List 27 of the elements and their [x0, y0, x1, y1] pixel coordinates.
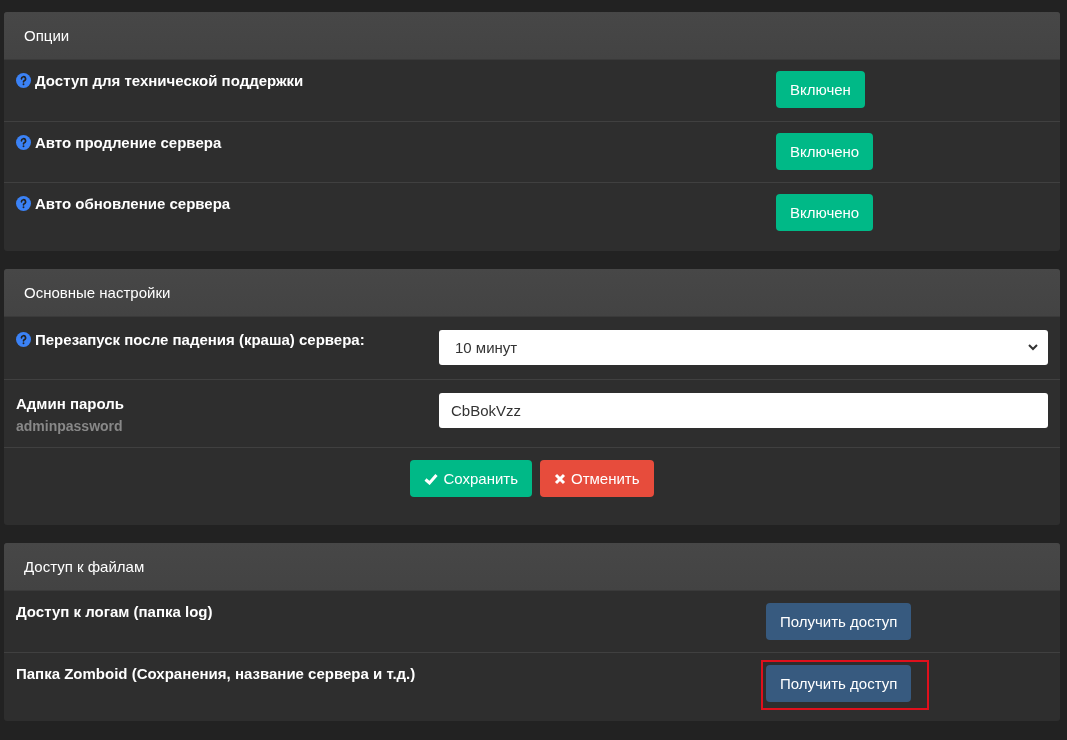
file-access-label: Доступ к логам (папка log) [16, 603, 213, 620]
save-button[interactable]: Сохранить [410, 460, 532, 497]
close-icon [554, 472, 566, 485]
password-field[interactable]: CbBokVzz [439, 393, 1048, 428]
access-button[interactable]: Получить доступ [766, 665, 912, 702]
toggle-button[interactable]: Включено [776, 194, 874, 231]
option-label: Доступ для технической поддержки [35, 72, 304, 89]
select-field[interactable]: 10 минут [439, 330, 1048, 365]
help-icon[interactable] [16, 196, 31, 211]
setting-label: Админ пароль [16, 395, 124, 412]
help-icon[interactable] [16, 73, 31, 88]
setting-label: Перезапуск после падения (краша) сервера: [35, 331, 365, 348]
access-button[interactable]: Получить доступ [766, 603, 912, 640]
option-label: Авто обновление сервера [35, 195, 231, 212]
cancel-button[interactable]: Отменить [540, 460, 654, 497]
file-access-label: Папка Zomboid (Сохранения, название сервера и т.д.) [16, 665, 416, 682]
help-icon[interactable] [16, 135, 31, 150]
setting-key: adminpassword [16, 418, 439, 434]
toggle-button[interactable]: Включен [776, 71, 865, 108]
option-label: Авто продление сервера [35, 134, 222, 151]
chevron-down-icon [1028, 344, 1038, 351]
check-icon [424, 472, 439, 485]
panel-title: Основные настройки [24, 284, 171, 301]
panel-title: Доступ к файлам [24, 558, 145, 575]
toggle-button[interactable]: Включено [776, 133, 874, 170]
help-icon[interactable] [16, 332, 31, 347]
panel-title: Опции [24, 27, 70, 44]
